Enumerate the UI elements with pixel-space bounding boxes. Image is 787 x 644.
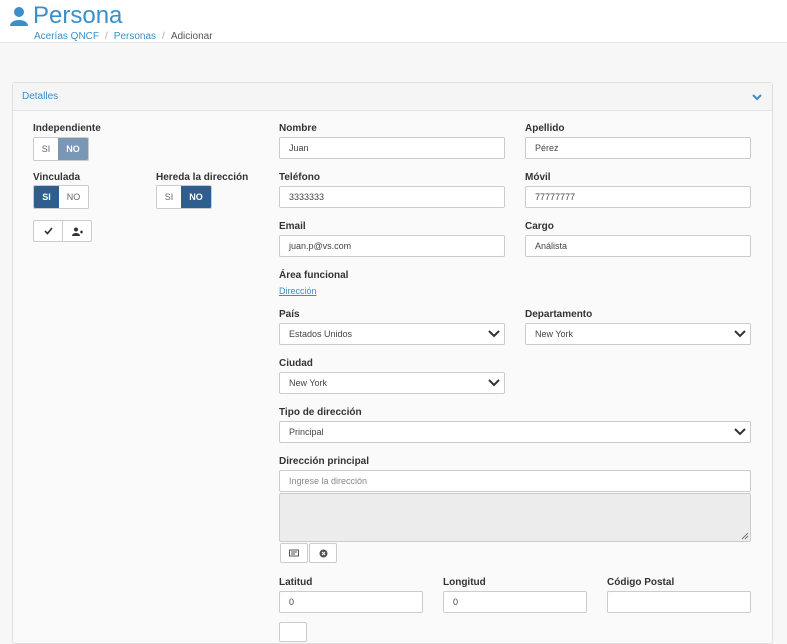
- longitud-label: Longitud: [443, 577, 486, 588]
- pais-selected-value: Estados Unidos: [289, 329, 353, 339]
- email-label: Email: [279, 221, 306, 232]
- apellido-input[interactable]: Pérez: [525, 137, 751, 159]
- vinculada-toggle: SI NO: [33, 185, 89, 209]
- breadcrumb: Acerías QNCF / Personas / Adicionar: [34, 31, 213, 42]
- chevron-down-icon: [488, 330, 500, 338]
- departamento-selected-value: New York: [535, 329, 574, 339]
- departamento-label: Departamento: [525, 309, 593, 320]
- cargo-input[interactable]: Análista: [525, 235, 751, 257]
- chevron-down-icon: [734, 428, 746, 436]
- area-funcional-link[interactable]: Dirección: [279, 286, 317, 296]
- apellido-label: Apellido: [525, 123, 565, 134]
- codigo-postal-input[interactable]: [607, 591, 751, 613]
- vinculada-no-button[interactable]: NO: [59, 186, 88, 208]
- direccion-input[interactable]: Ingrese la dirección: [279, 470, 751, 492]
- vinculada-label: Vinculada: [33, 172, 81, 183]
- independiente-no-button[interactable]: NO: [58, 138, 88, 160]
- check-button[interactable]: [34, 221, 63, 241]
- latitud-label: Latitud: [279, 577, 313, 588]
- vinculada-si-button[interactable]: SI: [34, 186, 59, 208]
- cargo-label: Cargo: [525, 221, 554, 232]
- nombre-input[interactable]: Juan: [279, 137, 505, 159]
- details-panel: Detalles: [12, 82, 773, 644]
- panel-header[interactable]: Detalles: [13, 83, 772, 111]
- telefono-label: Teléfono: [279, 172, 320, 183]
- hereda-no-button[interactable]: NO: [181, 186, 211, 208]
- tipo-direccion-label: Tipo de dirección: [279, 407, 362, 418]
- longitud-input[interactable]: 0: [443, 591, 587, 613]
- panel-title: Detalles: [22, 91, 59, 102]
- chevron-down-icon: [488, 379, 500, 387]
- latitud-input[interactable]: 0: [279, 591, 423, 613]
- add-user-button[interactable]: [63, 221, 91, 241]
- tipo-direccion-selected-value: Principal: [289, 427, 324, 437]
- breadcrumb-personas[interactable]: Personas: [114, 31, 156, 42]
- user-icon: [10, 6, 28, 26]
- pais-select[interactable]: Estados Unidos: [279, 323, 505, 345]
- independiente-toggle: SI NO: [33, 137, 89, 161]
- movil-input[interactable]: 77777777: [525, 186, 751, 208]
- direccion-textarea[interactable]: [279, 493, 751, 542]
- ciudad-selected-value: New York: [289, 378, 328, 388]
- breadcrumb-separator: /: [105, 31, 108, 42]
- map-button[interactable]: [280, 543, 308, 563]
- independiente-label: Independiente: [33, 123, 101, 134]
- area-funcional-label: Área funcional: [279, 270, 349, 281]
- independiente-si-button[interactable]: SI: [34, 138, 58, 160]
- hereda-si-button[interactable]: SI: [157, 186, 181, 208]
- breadcrumb-company[interactable]: Acerías QNCF: [34, 31, 99, 42]
- clear-address-button[interactable]: [309, 543, 337, 563]
- title-row: Persona: [10, 2, 122, 30]
- tipo-direccion-select[interactable]: Principal: [279, 421, 751, 443]
- map-icon: [289, 549, 299, 557]
- action-button-group: [33, 220, 92, 242]
- email-input[interactable]: juan.p@vs.com: [279, 235, 505, 257]
- page-header: Persona Acerías QNCF / Personas / Adicionar: [0, 0, 787, 43]
- chevron-down-icon: [734, 330, 746, 338]
- resize-handle-icon: [741, 532, 749, 540]
- movil-label: Móvil: [525, 172, 551, 183]
- departamento-select[interactable]: New York: [525, 323, 751, 345]
- page-title: Persona: [33, 2, 123, 29]
- nombre-label: Nombre: [279, 123, 317, 134]
- direccion-label: Dirección principal: [279, 456, 370, 467]
- clear-circle-icon: [319, 549, 327, 557]
- hereda-toggle: SI NO: [156, 185, 212, 209]
- pais-label: País: [279, 309, 300, 320]
- hereda-label: Hereda la dirección: [156, 172, 249, 183]
- user-plus-icon: [71, 227, 83, 236]
- telefono-input[interactable]: 3333333: [279, 186, 505, 208]
- codigo-postal-label: Código Postal: [607, 577, 675, 588]
- ciudad-select[interactable]: New York: [279, 372, 505, 394]
- chevron-down-icon[interactable]: [752, 88, 762, 106]
- breadcrumb-current: Adicionar: [170, 31, 213, 42]
- check-icon: [43, 227, 53, 235]
- breadcrumb-separator: /: [162, 31, 165, 42]
- partial-button[interactable]: [279, 622, 307, 642]
- ciudad-label: Ciudad: [279, 358, 313, 369]
